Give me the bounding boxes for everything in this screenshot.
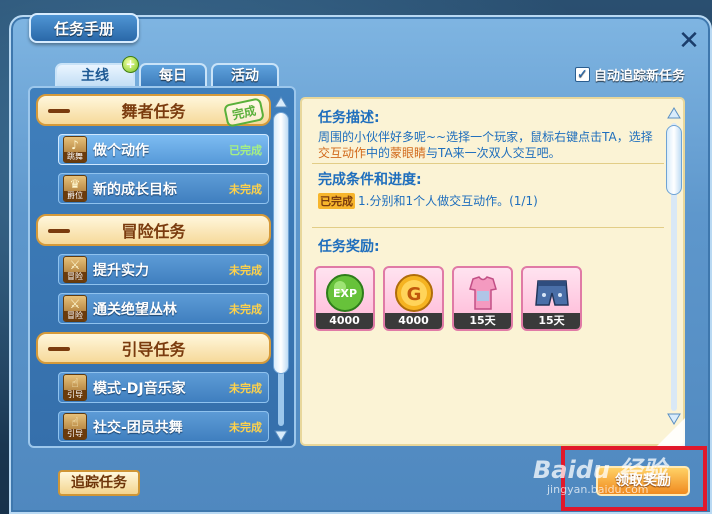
list-item[interactable]: ⚔ 冒险 通关绝望丛林 未完成 [58, 293, 269, 324]
reward-shorts-clothing[interactable]: 15天 [521, 266, 582, 331]
quest-detail-panel: 任务描述: 周围的小伙伴好多呢~~选择一个玩家，鼠标右键点击TA，选择交互动作中… [300, 97, 685, 446]
close-button[interactable]: ✕ [676, 28, 702, 54]
quest-list-panel: 舞者任务 完成 ♪ 跳舞 做个动作 已完成 ♛ 爵位 新的成长目标 未完成 冒险… [28, 86, 296, 448]
list-item[interactable]: ♛ 爵位 新的成长目标 未完成 [58, 173, 269, 204]
shirt-icon [469, 276, 497, 310]
collapse-icon [48, 347, 70, 351]
tab-main-label: 主线 [81, 68, 109, 84]
reward-amount: 4000 [316, 313, 373, 329]
tab-daily[interactable]: 每日 [139, 63, 207, 88]
reward-amount: 4000 [385, 313, 442, 329]
quest-tabs: 主线 + 每日 活动 [55, 56, 279, 88]
auto-track-toggle[interactable]: ✓ 自动追踪新任务 [575, 65, 685, 84]
dance-icon: ♪ 跳舞 [63, 136, 87, 163]
progress-row: 已完成 1.分别和1个人做交互动作。(1/1) [318, 192, 538, 209]
category-guide[interactable]: 引导任务 [36, 332, 271, 364]
category-dancer[interactable]: 舞者任务 完成 [36, 94, 271, 128]
task-name: 通关绝望丛林 [93, 301, 177, 318]
scroll-up-arrow-icon[interactable] [665, 105, 683, 121]
list-item[interactable]: ☝ 引导 模式-DJ音乐家 未完成 [58, 372, 269, 403]
task-status: 已完成 [229, 143, 262, 157]
svg-text:G: G [407, 284, 422, 305]
list-item[interactable]: ☝ 引导 社交-团员共舞 未完成 [58, 411, 269, 442]
collapse-icon [48, 109, 70, 113]
task-status: 未完成 [229, 302, 262, 316]
scroll-down-arrow-icon[interactable] [272, 428, 290, 444]
task-status: 未完成 [229, 381, 262, 395]
divider [312, 227, 664, 228]
description-title: 任务描述: [318, 110, 380, 126]
task-status: 未完成 [229, 263, 262, 277]
close-icon: ✕ [678, 26, 700, 56]
collapse-icon [48, 229, 70, 233]
divider [312, 163, 664, 164]
auto-track-label: 自动追踪新任务 [594, 69, 686, 84]
auto-track-checkbox[interactable]: ✓ [575, 67, 590, 82]
reward-list: EXP 4000 G 4000 15天 15天 [314, 266, 582, 331]
scroll-thumb[interactable] [273, 112, 289, 374]
list-item[interactable]: ♪ 跳舞 做个动作 已完成 [58, 134, 269, 165]
reward-gold[interactable]: G 4000 [383, 266, 444, 331]
scroll-thumb[interactable] [666, 125, 682, 195]
tab-main[interactable]: 主线 + [55, 56, 139, 88]
reward-exp[interactable]: EXP 4000 [314, 266, 375, 331]
scroll-up-arrow-icon[interactable] [272, 94, 290, 110]
task-status: 未完成 [229, 182, 262, 196]
tab-event[interactable]: 活动 [211, 63, 279, 88]
gold-coin-icon: G [395, 274, 433, 312]
category-label: 冒险任务 [121, 222, 186, 241]
track-quest-button[interactable]: 追踪任务 [58, 470, 140, 496]
window-title: 任务手册 [29, 13, 139, 43]
quest-list-scrollbar[interactable] [272, 94, 290, 444]
completed-tag: 已完成 [318, 192, 355, 209]
watermark-logo: Baidu 经验 [533, 456, 667, 484]
page-fold-decoration [655, 418, 685, 448]
task-status: 未完成 [229, 420, 262, 434]
task-name: 模式-DJ音乐家 [93, 380, 186, 397]
reward-amount: 15天 [523, 313, 580, 329]
new-badge-icon: + [122, 56, 139, 73]
task-name: 提升实力 [93, 262, 149, 279]
exp-orb-icon: EXP [326, 274, 364, 312]
task-name: 社交-团员共舞 [93, 419, 183, 436]
progress-text: 1.分别和1个人做交互动作。(1/1) [358, 194, 538, 208]
reward-amount: 15天 [454, 313, 511, 329]
shorts-icon [535, 280, 569, 306]
complete-stamp: 完成 [223, 97, 265, 128]
detail-scrollbar[interactable] [665, 105, 683, 427]
pointer-hand-icon: ☝ 引导 [63, 374, 87, 401]
category-label: 引导任务 [121, 340, 186, 359]
sword-icon: ⚔ 冒险 [63, 256, 87, 283]
reward-top-clothing[interactable]: 15天 [452, 266, 513, 331]
reward-title: 任务奖励: [318, 239, 380, 255]
progress-title: 完成条件和进度: [318, 172, 422, 188]
sword-icon: ⚔ 冒险 [63, 295, 87, 322]
description-text: 周围的小伙伴好多呢~~选择一个玩家，鼠标右键点击TA，选择交互动作中的蒙眼睛与T… [318, 130, 653, 160]
pointer-hand-icon: ☝ 引导 [63, 413, 87, 440]
crown-icon: ♛ 爵位 [63, 175, 87, 202]
task-name: 新的成长目标 [93, 181, 177, 198]
svg-text:EXP: EXP [333, 287, 357, 300]
watermark-url: jingyan.baidu.com [547, 483, 649, 496]
category-adventure[interactable]: 冒险任务 [36, 214, 271, 246]
list-item[interactable]: ⚔ 冒险 提升实力 未完成 [58, 254, 269, 285]
category-label: 舞者任务 [121, 102, 186, 121]
task-name: 做个动作 [93, 142, 149, 159]
